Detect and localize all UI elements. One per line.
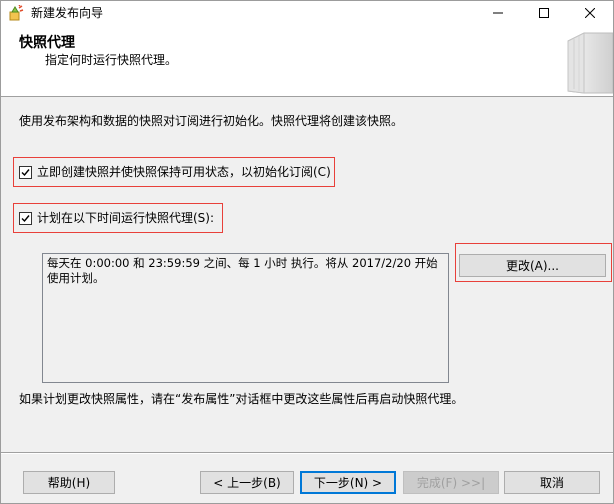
- schedule-option[interactable]: 计划在以下时间运行快照代理(S):: [13, 203, 223, 233]
- checkmark-icon: [21, 168, 30, 176]
- back-button[interactable]: < 上一步(B): [200, 471, 294, 494]
- footer-divider: [1, 452, 613, 454]
- minimize-icon: [493, 12, 503, 14]
- wizard-app-icon: [8, 4, 24, 21]
- maximize-button[interactable]: [521, 1, 567, 25]
- minimize-button[interactable]: [475, 1, 521, 25]
- create-snapshot-label: 立即创建快照并使快照保持可用状态，以初始化订阅(C): [37, 165, 331, 179]
- page-title: 快照代理: [19, 35, 75, 51]
- maximize-icon: [539, 8, 549, 18]
- schedule-description: 每天在 0:00:00 和 23:59:59 之间、每 1 小时 执行。将从 2…: [42, 253, 449, 383]
- create-snapshot-option[interactable]: 立即创建快照并使快照保持可用状态，以初始化订阅(C): [13, 157, 335, 187]
- cancel-button[interactable]: 取消: [504, 471, 600, 494]
- page-subtitle: 指定何时运行快照代理。: [45, 53, 178, 67]
- window-title: 新建发布向导: [31, 6, 104, 20]
- close-icon: [585, 8, 595, 18]
- header-book-icon: [562, 31, 613, 95]
- wizard-window: 新建发布向导 快照代理 指定何时运行快照代理。 使用发布架构和数据的快照对订阅进…: [0, 0, 614, 504]
- title-bar: 新建发布向导: [1, 1, 613, 25]
- create-snapshot-checkbox[interactable]: [19, 165, 32, 179]
- schedule-label: 计划在以下时间运行快照代理(S):: [37, 211, 215, 225]
- next-button[interactable]: 下一步(N) >: [300, 471, 396, 494]
- help-button[interactable]: 帮助(H): [23, 471, 115, 494]
- schedule-checkbox[interactable]: [19, 211, 32, 225]
- intro-text: 使用发布架构和数据的快照对订阅进行初始化。快照代理将创建该快照。: [19, 114, 404, 128]
- snapshot-properties-note: 如果计划更改快照属性，请在“发布属性”对话框中更改这些属性后再启动快照代理。: [19, 392, 464, 406]
- change-schedule-button[interactable]: 更改(A)...: [459, 254, 606, 277]
- wizard-header: 快照代理 指定何时运行快照代理。: [1, 25, 613, 97]
- close-button[interactable]: [567, 1, 613, 25]
- checkmark-icon: [21, 214, 30, 222]
- finish-button: 完成(F) >>|: [403, 471, 499, 494]
